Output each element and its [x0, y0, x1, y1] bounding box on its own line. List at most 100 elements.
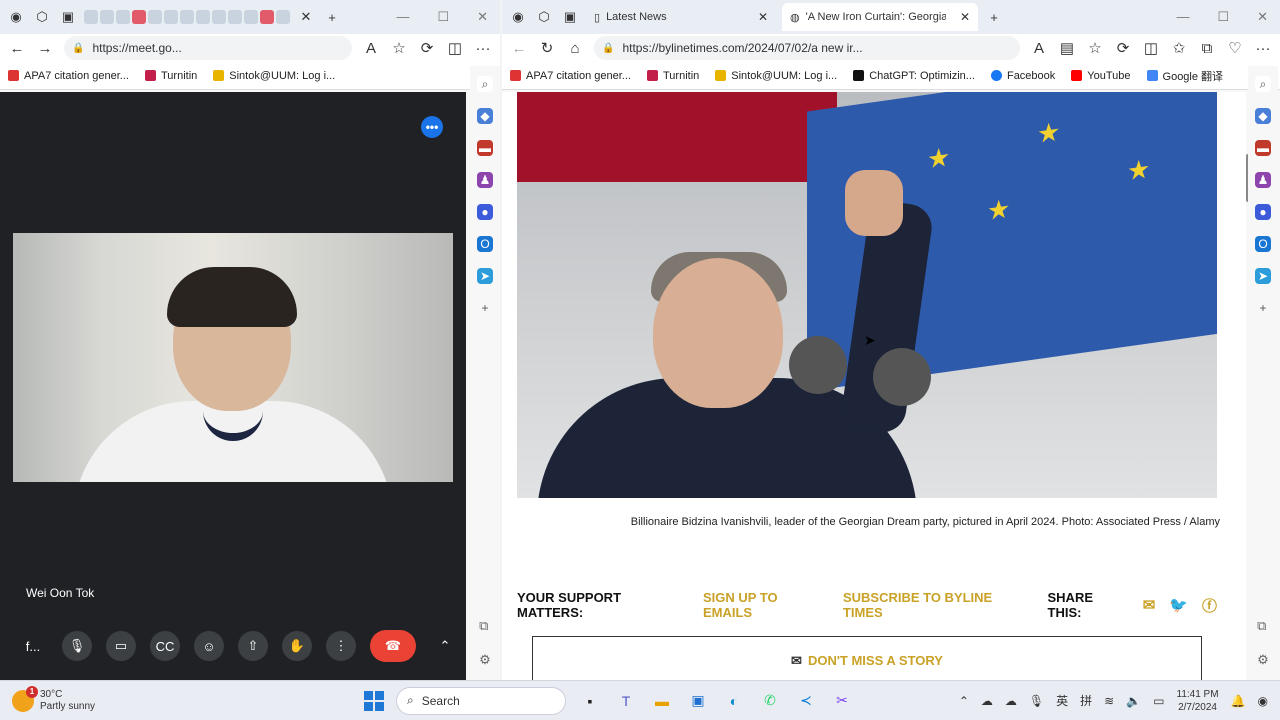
tab-actions-icon[interactable]: ▣ [560, 7, 580, 27]
new-tab-icon[interactable]: + [322, 7, 342, 27]
signup-emails-link[interactable]: SIGN UP TO EMAILS [703, 590, 829, 620]
ime-mode[interactable]: 拼 [1080, 692, 1092, 709]
raise-hand-icon[interactable]: ✋ [282, 631, 312, 661]
close-window-icon[interactable]: ✕ [477, 9, 488, 25]
copilot-icon[interactable]: ● [1255, 204, 1271, 220]
weather-widget[interactable]: 1 30°C Partly sunny [0, 685, 340, 713]
home-icon[interactable]: ⌂ [566, 40, 584, 57]
minimize-icon[interactable]: — [396, 9, 409, 25]
battery-icon[interactable]: ▭ [1153, 694, 1164, 708]
tools-icon[interactable]: ▬ [477, 140, 493, 156]
vscode-icon[interactable]: ≺ [794, 689, 818, 713]
volume-icon[interactable]: 🔈 [1126, 694, 1141, 708]
split-screen-icon[interactable]: ◫ [446, 39, 464, 57]
bookmark-apa7[interactable]: APA7 citation gener... [510, 70, 631, 82]
captions-icon[interactable]: CC [150, 631, 180, 661]
profile-icon[interactable]: ◉ [6, 7, 26, 27]
tab-actions-icon[interactable]: ▣ [58, 7, 78, 27]
read-aloud-icon[interactable]: A [362, 40, 380, 57]
tab-latest-news[interactable]: ▯ Latest News ✕ [586, 3, 776, 31]
more-vert-icon[interactable]: ⋮ [326, 631, 356, 661]
new-tab-icon[interactable]: + [984, 7, 1004, 27]
file-explorer-icon[interactable]: ▬ [650, 689, 674, 713]
search-icon[interactable]: ⌕ [477, 76, 493, 92]
collections-icon[interactable]: ⧉ [1198, 40, 1216, 57]
task-view-icon[interactable]: ▪ [578, 689, 602, 713]
pinned-tabs[interactable] [84, 10, 290, 24]
more-options-icon[interactable]: ••• [421, 116, 443, 138]
maximize-icon[interactable]: ☐ [437, 9, 449, 25]
chevron-up-icon[interactable]: ⌃ [430, 631, 460, 661]
browser-essentials-icon[interactable]: ♡ [1226, 39, 1244, 57]
back-icon[interactable]: ← [8, 40, 26, 57]
settings-gear-icon[interactable]: ⚙ [1257, 652, 1269, 668]
screenshot-icon[interactable]: ⧉ [1257, 618, 1269, 634]
menu-dots-icon[interactable]: ··· [474, 40, 492, 57]
microphone-icon[interactable]: 🎙 [62, 631, 92, 661]
copilot-icon[interactable]: ● [477, 204, 493, 220]
meeting-code-button[interactable]: f... [18, 631, 48, 661]
close-window-icon[interactable]: ✕ [1257, 9, 1268, 25]
onedrive-icon[interactable]: ☁ [981, 694, 993, 708]
extensions-icon[interactable]: ⟳ [1114, 39, 1132, 57]
favorite-star-icon[interactable]: ☆ [1086, 39, 1104, 57]
tab-iron-curtain[interactable]: ◍ 'A New Iron Curtain': Georgia-Ch ✕ [782, 3, 978, 31]
end-call-button[interactable]: ☎ [370, 630, 416, 662]
edge-icon[interactable]: ◐ [722, 689, 746, 713]
forward-icon[interactable]: → [36, 40, 54, 57]
outlook-icon[interactable]: O [477, 236, 493, 252]
bookmark-facebook[interactable]: Facebook [990, 70, 1055, 82]
workspaces-icon[interactable]: ⬡ [534, 7, 554, 27]
games-icon[interactable]: ♟ [477, 172, 493, 188]
dont-miss-box[interactable]: ✉ DON'T MISS A STORY [532, 636, 1202, 680]
add-sidebar-icon[interactable]: + [1255, 300, 1271, 316]
bookmark-sintok[interactable]: Sintok@UUM: Log i... [213, 70, 335, 82]
bookmark-youtube[interactable]: YouTube [1071, 70, 1131, 82]
url-field[interactable]: 🔒 https://meet.go... [64, 36, 352, 60]
tools-icon[interactable]: ▬ [1255, 140, 1271, 156]
clock[interactable]: 11:41 PM 2/7/2024 [1177, 688, 1219, 714]
outlook-icon[interactable]: O [1255, 236, 1271, 252]
close-tab-icon[interactable]: ✕ [296, 7, 316, 27]
ime-language[interactable]: 英 [1056, 692, 1068, 709]
read-aloud-icon[interactable]: A [1030, 40, 1048, 57]
cloud-icon[interactable]: ☁ [1005, 694, 1017, 708]
whatsapp-icon[interactable]: ✆ [758, 689, 782, 713]
reader-view-icon[interactable]: ▤ [1058, 39, 1076, 57]
email-share-icon[interactable]: ✉ [1143, 596, 1156, 614]
send-icon[interactable]: ➤ [477, 268, 493, 284]
facebook-share-icon[interactable]: ⓕ [1202, 595, 1217, 616]
taskbar-search[interactable]: ⌕ Search [396, 686, 566, 715]
maximize-icon[interactable]: ☐ [1217, 9, 1229, 25]
workspaces-icon[interactable]: ⬡ [32, 7, 52, 27]
tag-icon[interactable]: ◆ [477, 108, 493, 124]
store-icon[interactable]: ▣ [686, 689, 710, 713]
copilot-icon[interactable]: ◉ [1258, 694, 1268, 708]
tag-icon[interactable]: ◆ [1255, 108, 1271, 124]
snipping-tool-icon[interactable]: ✂ [830, 689, 854, 713]
chevron-up-icon[interactable]: ⌃ [959, 694, 969, 708]
close-tab-icon[interactable]: ✕ [960, 10, 970, 24]
refresh-icon[interactable]: ↻ [538, 39, 556, 57]
bookmark-sintok[interactable]: Sintok@UUM: Log i... [715, 70, 837, 82]
url-field[interactable]: 🔒 https://bylinetimes.com/2024/07/02/a n… [594, 36, 1020, 60]
microphone-icon[interactable]: 🎙 [1029, 694, 1044, 708]
search-icon[interactable]: ⌕ [1255, 76, 1271, 92]
camera-icon[interactable]: ▭ [106, 631, 136, 661]
twitter-share-icon[interactable]: 🐦 [1169, 596, 1188, 614]
bookmark-apa7[interactable]: APA7 citation gener... [8, 70, 129, 82]
bookmark-chatgpt[interactable]: ChatGPT: Optimizin... [853, 70, 975, 82]
extensions-icon[interactable]: ⟳ [418, 39, 436, 57]
settings-gear-icon[interactable]: ⚙ [479, 652, 491, 668]
profile-icon[interactable]: ◉ [508, 7, 528, 27]
add-sidebar-icon[interactable]: + [477, 300, 493, 316]
bookmark-google-translate[interactable]: Google 翻译 [1146, 68, 1223, 84]
favorite-star-icon[interactable]: ☆ [390, 39, 408, 57]
favorites-icon[interactable]: ✩ [1170, 39, 1188, 57]
present-screen-icon[interactable]: ⇧ [238, 631, 268, 661]
back-icon[interactable]: ← [510, 40, 528, 57]
notification-bell-icon[interactable]: 🔔 [1231, 694, 1246, 708]
menu-dots-icon[interactable]: ··· [1254, 40, 1272, 57]
subscribe-link[interactable]: SUBSCRIBE TO BYLINE TIMES [843, 590, 1034, 620]
send-icon[interactable]: ➤ [1255, 268, 1271, 284]
